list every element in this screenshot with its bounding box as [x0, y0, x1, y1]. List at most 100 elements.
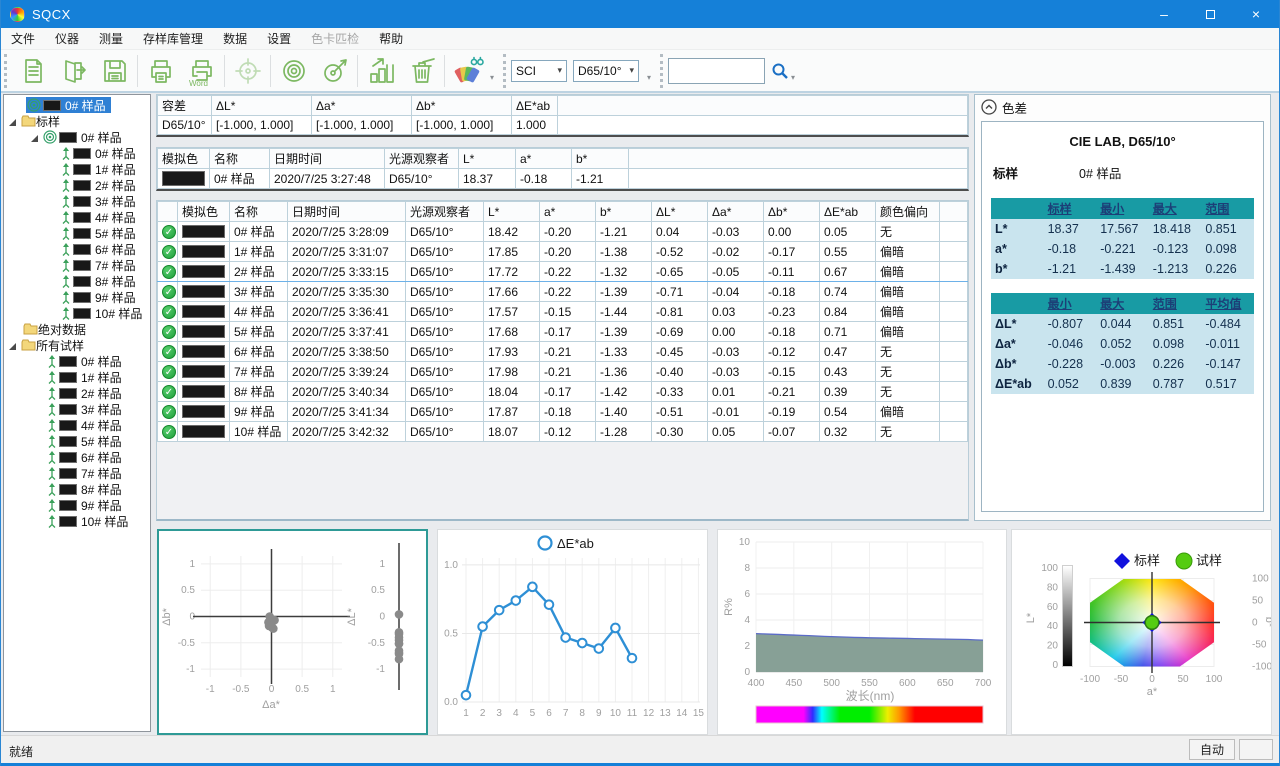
- tree-item-content[interactable]: 8# 样品: [60, 273, 141, 289]
- sci-sce-select[interactable]: SCI ▾: [511, 60, 567, 82]
- sample-row-6[interactable]: ✓6# 样品2020/7/25 3:38:50D65/10°17.93-0.21…: [158, 342, 968, 362]
- chart-panel-de-trend[interactable]: ΔE*ab1234567891011121314150.00.51.0: [437, 529, 708, 735]
- tree-item-content[interactable]: 3# 样品: [60, 193, 141, 209]
- illuminant-select[interactable]: D65/10° ▾: [573, 60, 639, 82]
- tree-item-8[interactable]: 5# 样品: [4, 225, 150, 241]
- tree-item-content[interactable]: 6# 样品: [46, 449, 127, 465]
- toolbar-overflow-icon[interactable]: ▾: [490, 73, 494, 82]
- tree-item-content[interactable]: 1# 样品: [46, 369, 127, 385]
- tree-item-12[interactable]: 9# 样品: [4, 289, 150, 305]
- tree-item-23[interactable]: 7# 样品: [4, 465, 150, 481]
- tree-item-content[interactable]: 8# 样品: [46, 481, 127, 497]
- sample-row-9[interactable]: ✓9# 样品2020/7/25 3:41:34D65/10°17.87-0.18…: [158, 402, 968, 422]
- close-button[interactable]: ×: [1233, 0, 1279, 28]
- chart-panel-reflectance[interactable]: 0246810400450500550600650700R%波长(nm): [717, 529, 1007, 735]
- tree-item-21[interactable]: 5# 样品: [4, 433, 150, 449]
- tree-item-14[interactable]: 绝对数据: [4, 321, 150, 337]
- tree-item-content[interactable]: 0# 样品: [26, 97, 111, 113]
- expander-icon[interactable]: [8, 340, 18, 350]
- tree-item-content[interactable]: 9# 样品: [46, 497, 127, 513]
- calibrate-button[interactable]: [273, 52, 314, 90]
- tree-item-content[interactable]: 10# 样品: [46, 513, 133, 529]
- tree-item-content[interactable]: 9# 样品: [60, 289, 141, 305]
- statistics-button[interactable]: [360, 52, 401, 90]
- tree-item-content[interactable]: 0# 样品: [60, 145, 141, 161]
- toolbar-grip[interactable]: [503, 54, 507, 88]
- sample-row-7[interactable]: ✓7# 样品2020/7/25 3:39:24D65/10°17.98-0.21…: [158, 362, 968, 382]
- tree-item-content[interactable]: 10# 样品: [60, 305, 147, 321]
- chart-panel-scatter[interactable]: -1-1-0.5-0.5000.50.511Δb*Δa*-1-0.500.51Δ…: [157, 529, 428, 735]
- menu-item-7[interactable]: 帮助: [369, 28, 413, 50]
- sample-row-1[interactable]: ✓1# 样品2020/7/25 3:31:07D65/10°17.85-0.20…: [158, 242, 968, 262]
- tree-item-7[interactable]: 4# 样品: [4, 209, 150, 225]
- tree-item-24[interactable]: 8# 样品: [4, 481, 150, 497]
- tree-item-content[interactable]: 2# 样品: [60, 177, 141, 193]
- tree-item-content[interactable]: 3# 样品: [46, 401, 127, 417]
- tree-item-1[interactable]: 标样: [4, 113, 150, 129]
- auto-mode-button[interactable]: 自动: [1189, 739, 1235, 760]
- tree-item-content[interactable]: 5# 样品: [60, 225, 141, 241]
- tree-item-2[interactable]: 0# 样品: [4, 129, 150, 145]
- tree-item-3[interactable]: 0# 样品: [4, 145, 150, 161]
- print-word-button[interactable]: Word: [181, 52, 222, 90]
- tree-item-9[interactable]: 6# 样品: [4, 241, 150, 257]
- tree-item-content[interactable]: 4# 样品: [46, 417, 127, 433]
- tree-item-18[interactable]: 2# 样品: [4, 385, 150, 401]
- tree-item-content[interactable]: 所有试样: [20, 337, 89, 353]
- tree-item-25[interactable]: 9# 样品: [4, 497, 150, 513]
- tree-item-content[interactable]: 4# 样品: [60, 209, 141, 225]
- tree-item-15[interactable]: 所有试样: [4, 337, 150, 353]
- tree-item-19[interactable]: 3# 样品: [4, 401, 150, 417]
- tree-item-22[interactable]: 6# 样品: [4, 449, 150, 465]
- menu-item-1[interactable]: 仪器: [45, 28, 89, 50]
- tree-item-content[interactable]: 6# 样品: [60, 241, 141, 257]
- sample-row-10[interactable]: ✓10# 样品2020/7/25 3:42:32D65/10°18.07-0.1…: [158, 422, 968, 442]
- tree-item-content[interactable]: 5# 样品: [46, 433, 127, 449]
- tree-item-0[interactable]: 0# 样品: [4, 97, 150, 113]
- toolbar-grip[interactable]: [4, 54, 8, 88]
- sample-row-4[interactable]: ✓4# 样品2020/7/25 3:36:41D65/10°17.57-0.15…: [158, 302, 968, 322]
- sample-row-0[interactable]: ✓0# 样品2020/7/25 3:28:09D65/10°18.42-0.20…: [158, 222, 968, 242]
- menu-item-5[interactable]: 设置: [257, 28, 301, 50]
- toolbar-grip[interactable]: [660, 54, 664, 88]
- tree-item-content[interactable]: 7# 样品: [46, 465, 127, 481]
- tree-item-4[interactable]: 1# 样品: [4, 161, 150, 177]
- sample-row-2[interactable]: ✓2# 样品2020/7/25 3:33:15D65/10°17.72-0.22…: [158, 262, 968, 282]
- chart-panel-gamut[interactable]: 标样试样100806040200L*100500-50-100b*-100-50…: [1011, 529, 1272, 735]
- tree-item-10[interactable]: 7# 样品: [4, 257, 150, 273]
- save-button[interactable]: [94, 52, 135, 90]
- tree-item-content[interactable]: 标样: [20, 113, 65, 129]
- measure-button[interactable]: [314, 52, 355, 90]
- menu-item-2[interactable]: 测量: [89, 28, 133, 50]
- tree-item-content[interactable]: 0# 样品: [46, 353, 127, 369]
- delete-button[interactable]: [401, 52, 442, 90]
- export-button[interactable]: [53, 52, 94, 90]
- tree-item-content[interactable]: 0# 样品: [42, 129, 127, 145]
- search-input[interactable]: [668, 58, 765, 84]
- menu-item-3[interactable]: 存样库管理: [133, 28, 213, 50]
- menu-item-4[interactable]: 数据: [213, 28, 257, 50]
- tree-item-20[interactable]: 4# 样品: [4, 417, 150, 433]
- collapse-icon[interactable]: [981, 99, 997, 115]
- print-button[interactable]: [140, 52, 181, 90]
- tree-item-5[interactable]: 2# 样品: [4, 177, 150, 193]
- tree-item-content[interactable]: 绝对数据: [22, 321, 91, 337]
- minimize-button[interactable]: –: [1141, 0, 1187, 28]
- expander-icon[interactable]: [8, 116, 18, 126]
- new-document-button[interactable]: [12, 52, 53, 90]
- tree-item-13[interactable]: 10# 样品: [4, 305, 150, 321]
- toolbar-overflow-icon[interactable]: ▾: [791, 73, 795, 82]
- tree-item-16[interactable]: 0# 样品: [4, 353, 150, 369]
- toolbar-overflow-icon[interactable]: ▾: [647, 73, 651, 82]
- sample-row-3[interactable]: ✓3# 样品2020/7/25 3:35:30D65/10°17.66-0.22…: [158, 282, 968, 302]
- tree-item-26[interactable]: 10# 样品: [4, 513, 150, 529]
- search-icon[interactable]: [771, 62, 789, 80]
- tree-item-content[interactable]: 2# 样品: [46, 385, 127, 401]
- tree-item-6[interactable]: 3# 样品: [4, 193, 150, 209]
- expander-icon[interactable]: [30, 132, 40, 142]
- tree-item-17[interactable]: 1# 样品: [4, 369, 150, 385]
- color-match-button[interactable]: [447, 52, 488, 90]
- maximize-button[interactable]: [1187, 0, 1233, 28]
- tree-item-content[interactable]: 1# 样品: [60, 161, 141, 177]
- menu-item-0[interactable]: 文件: [1, 28, 45, 50]
